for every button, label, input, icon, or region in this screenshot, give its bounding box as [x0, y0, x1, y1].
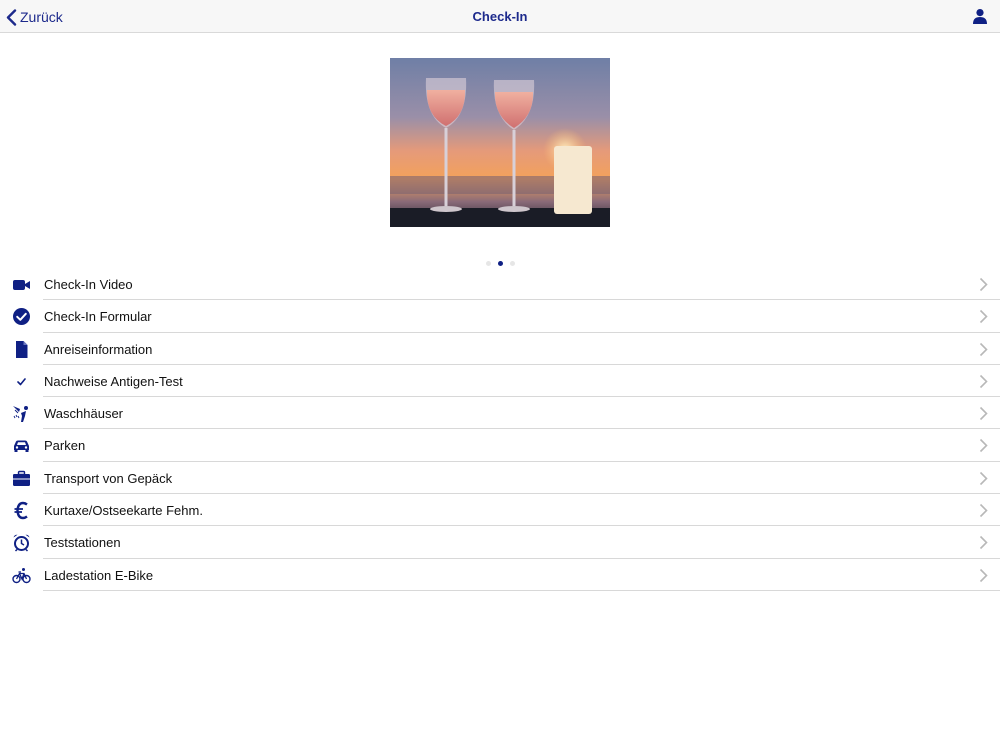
page-indicator-dot-active[interactable] — [497, 261, 503, 266]
profile-button[interactable] — [972, 8, 988, 24]
chevron-right-icon — [979, 342, 988, 356]
page-indicator-dot[interactable] — [509, 261, 515, 266]
menu-item-ladestation-e-bike[interactable]: Ladestation E-Bike — [0, 559, 1000, 592]
menu-item-label: Transport von Gepäck — [44, 470, 173, 486]
menu-item-transport-von-gepaeck[interactable]: Transport von Gepäck — [0, 462, 1000, 495]
menu-item-label: Nachweise Antigen-Test — [44, 373, 183, 389]
shower-icon — [12, 404, 31, 423]
chevron-right-icon — [979, 407, 988, 421]
page-title: Check-In — [472, 9, 528, 24]
menu-item-label: Anreiseinformation — [44, 341, 153, 357]
chevron-right-icon — [979, 471, 988, 485]
menu-item-anreiseinformation[interactable]: Anreiseinformation — [0, 333, 1000, 366]
car-icon — [12, 436, 31, 455]
menu-item-label: Teststationen — [44, 535, 121, 551]
wine-glasses-sunset-image — [390, 58, 610, 227]
menu-item-label: Check-In Formular — [44, 309, 152, 325]
chevron-right-icon — [979, 504, 988, 518]
menu-item-parken[interactable]: Parken — [0, 429, 1000, 463]
menu-item-label: Ladestation E-Bike — [44, 567, 154, 583]
alarm-clock-icon — [12, 533, 31, 552]
hero-image-carousel[interactable] — [390, 58, 610, 227]
checkin-menu-list: Check-In Video Check-In Formular Anreise… — [0, 268, 1000, 592]
menu-item-check-in-video[interactable]: Check-In Video — [0, 268, 1000, 301]
bicycle-icon — [12, 566, 31, 585]
euro-icon — [12, 501, 31, 520]
page-indicator-dot[interactable] — [485, 261, 491, 266]
menu-item-teststationen[interactable]: Teststationen — [0, 526, 1000, 559]
document-icon — [12, 340, 31, 359]
chevron-right-icon — [979, 568, 988, 582]
menu-item-waschhaeuser[interactable]: Waschhäuser — [0, 397, 1000, 430]
menu-item-label: Kurtaxe/Ostseekarte Fehm. — [44, 503, 203, 519]
menu-item-label: Parken — [44, 438, 86, 454]
user-icon — [973, 9, 987, 24]
briefcase-icon — [12, 469, 31, 488]
menu-item-label: Check-In Video — [44, 277, 133, 292]
menu-item-check-in-formular[interactable]: Check-In Formular — [0, 300, 1000, 333]
chevron-right-icon — [979, 277, 988, 292]
menu-item-label: Waschhäuser — [44, 406, 123, 422]
page-indicator — [0, 261, 1000, 266]
menu-item-nachweise-antigen-test[interactable]: Nachweise Antigen-Test — [0, 365, 1000, 398]
video-camera-icon — [12, 275, 31, 294]
chevron-right-icon — [979, 310, 988, 324]
checkmark-icon — [12, 372, 31, 391]
check-circle-icon — [12, 307, 31, 326]
menu-item-kurtaxe-ostseekarte[interactable]: Kurtaxe/Ostseekarte Fehm. — [0, 494, 1000, 527]
navigation-bar: Zurück Check-In — [0, 0, 1000, 33]
chevron-right-icon — [979, 374, 988, 388]
chevron-right-icon — [979, 536, 988, 550]
chevron-right-icon — [979, 439, 988, 453]
